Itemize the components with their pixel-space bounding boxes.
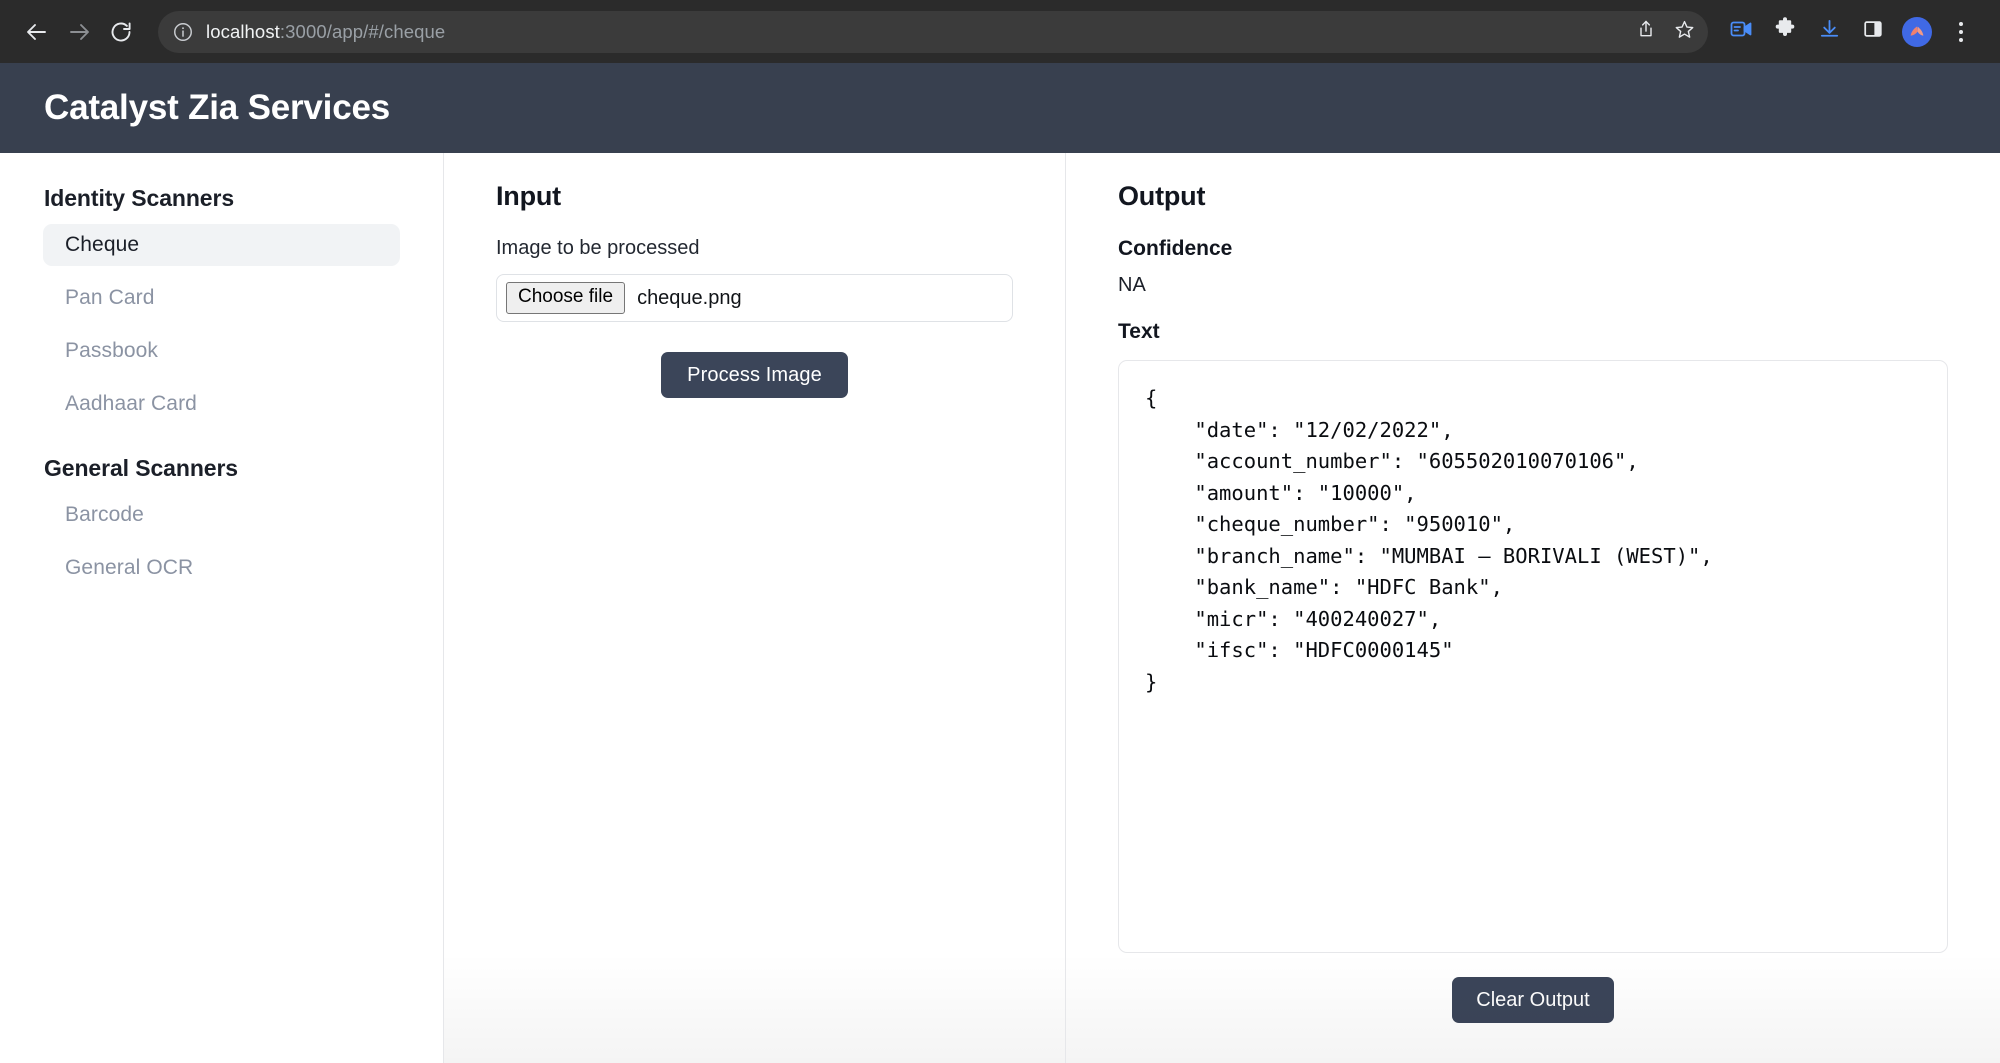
file-field-label: Image to be processed <box>496 237 700 259</box>
text-label: Text <box>1118 320 1160 343</box>
reload-icon <box>109 20 133 44</box>
process-button-row: Process Image <box>496 352 1013 398</box>
url-host: localhost <box>206 20 280 42</box>
screen-recorder-icon <box>1729 17 1753 46</box>
info-circle-icon[interactable] <box>172 21 194 43</box>
sidebar-group-title-general: General Scanners <box>44 455 239 481</box>
sidebar-item-label: Pan Card <box>65 286 155 309</box>
reload-button[interactable] <box>100 11 142 53</box>
output-panel: Output Confidence NA Text { "date": "12/… <box>1066 153 2000 1063</box>
sidebar-item-label: Cheque <box>65 233 140 256</box>
share-icon <box>1636 19 1656 44</box>
sidebar-item-general-ocr[interactable]: General OCR <box>43 547 400 589</box>
sidebar-item-barcode[interactable]: Barcode <box>43 494 400 536</box>
sidebar-group-title-identity: Identity Scanners <box>44 185 235 211</box>
extensions-puzzle-icon <box>1773 17 1797 46</box>
bookmark-star-icon <box>1674 19 1695 45</box>
browser-toolbar: localhost:3000/app/#/cheque <box>0 0 2000 63</box>
forward-button[interactable] <box>58 11 100 53</box>
input-panel: Input Image to be processed Choose file … <box>444 153 1065 1063</box>
screen-recorder-button[interactable] <box>1722 13 1760 51</box>
more-menu-button[interactable] <box>1942 13 1980 51</box>
side-panel-button[interactable] <box>1854 13 1892 51</box>
input-panel-heading: Input <box>496 181 561 211</box>
sidebar-item-aadhaar-card[interactable]: Aadhaar Card <box>43 383 400 425</box>
bookmark-button[interactable] <box>1666 14 1702 50</box>
share-button[interactable] <box>1628 14 1664 50</box>
url-path: :3000/app/#/cheque <box>279 20 446 42</box>
page-title: Catalyst Zia Services <box>44 88 391 127</box>
profile-avatar-icon <box>1902 16 1932 47</box>
url-text: localhost:3000/app/#/cheque <box>206 21 445 43</box>
address-bar[interactable]: localhost:3000/app/#/cheque <box>158 10 1708 53</box>
browser-extension-toolbar <box>1722 13 1984 51</box>
output-text-box[interactable]: { "date": "12/02/2022", "account_number"… <box>1118 360 1948 953</box>
downloads-icon <box>1818 18 1841 46</box>
downloads-button[interactable] <box>1810 13 1848 51</box>
confidence-value: NA <box>1118 274 1146 296</box>
app-body: Identity Scanners Cheque Pan Card Passbo… <box>0 153 2000 1063</box>
sidebar-item-label: Aadhaar Card <box>65 392 197 415</box>
omnibox-actions <box>1628 11 1702 53</box>
profile-button[interactable] <box>1898 13 1936 51</box>
sidebar-item-label: Passbook <box>65 339 159 362</box>
selected-file-name: cheque.png <box>637 286 742 309</box>
clear-button-row: Clear Output <box>1118 977 1948 1023</box>
sidebar-item-label: General OCR <box>65 556 194 579</box>
sidebar-item-cheque[interactable]: Cheque <box>43 224 400 266</box>
sidebar: Identity Scanners Cheque Pan Card Passbo… <box>0 153 443 1063</box>
choose-file-button[interactable]: Choose file <box>506 282 626 314</box>
output-panel-heading: Output <box>1118 181 1206 211</box>
sidebar-item-pan-card[interactable]: Pan Card <box>43 277 400 319</box>
file-upload-input[interactable]: Choose file cheque.png <box>496 274 1013 322</box>
sidebar-item-passbook[interactable]: Passbook <box>43 330 400 372</box>
extensions-button[interactable] <box>1766 13 1804 51</box>
arrow-left-icon <box>25 20 49 44</box>
arrow-right-icon <box>67 20 91 44</box>
sidebar-item-label: Barcode <box>65 503 144 526</box>
output-json: { "date": "12/02/2022", "account_number"… <box>1145 386 1713 694</box>
side-panel-icon <box>1862 18 1884 45</box>
more-menu-kebab-icon <box>1959 21 1963 42</box>
back-button[interactable] <box>16 11 58 53</box>
clear-output-button[interactable]: Clear Output <box>1452 977 1614 1023</box>
process-image-button[interactable]: Process Image <box>661 352 848 398</box>
confidence-label: Confidence <box>1118 237 1233 260</box>
app-header: Catalyst Zia Services <box>0 63 2000 153</box>
